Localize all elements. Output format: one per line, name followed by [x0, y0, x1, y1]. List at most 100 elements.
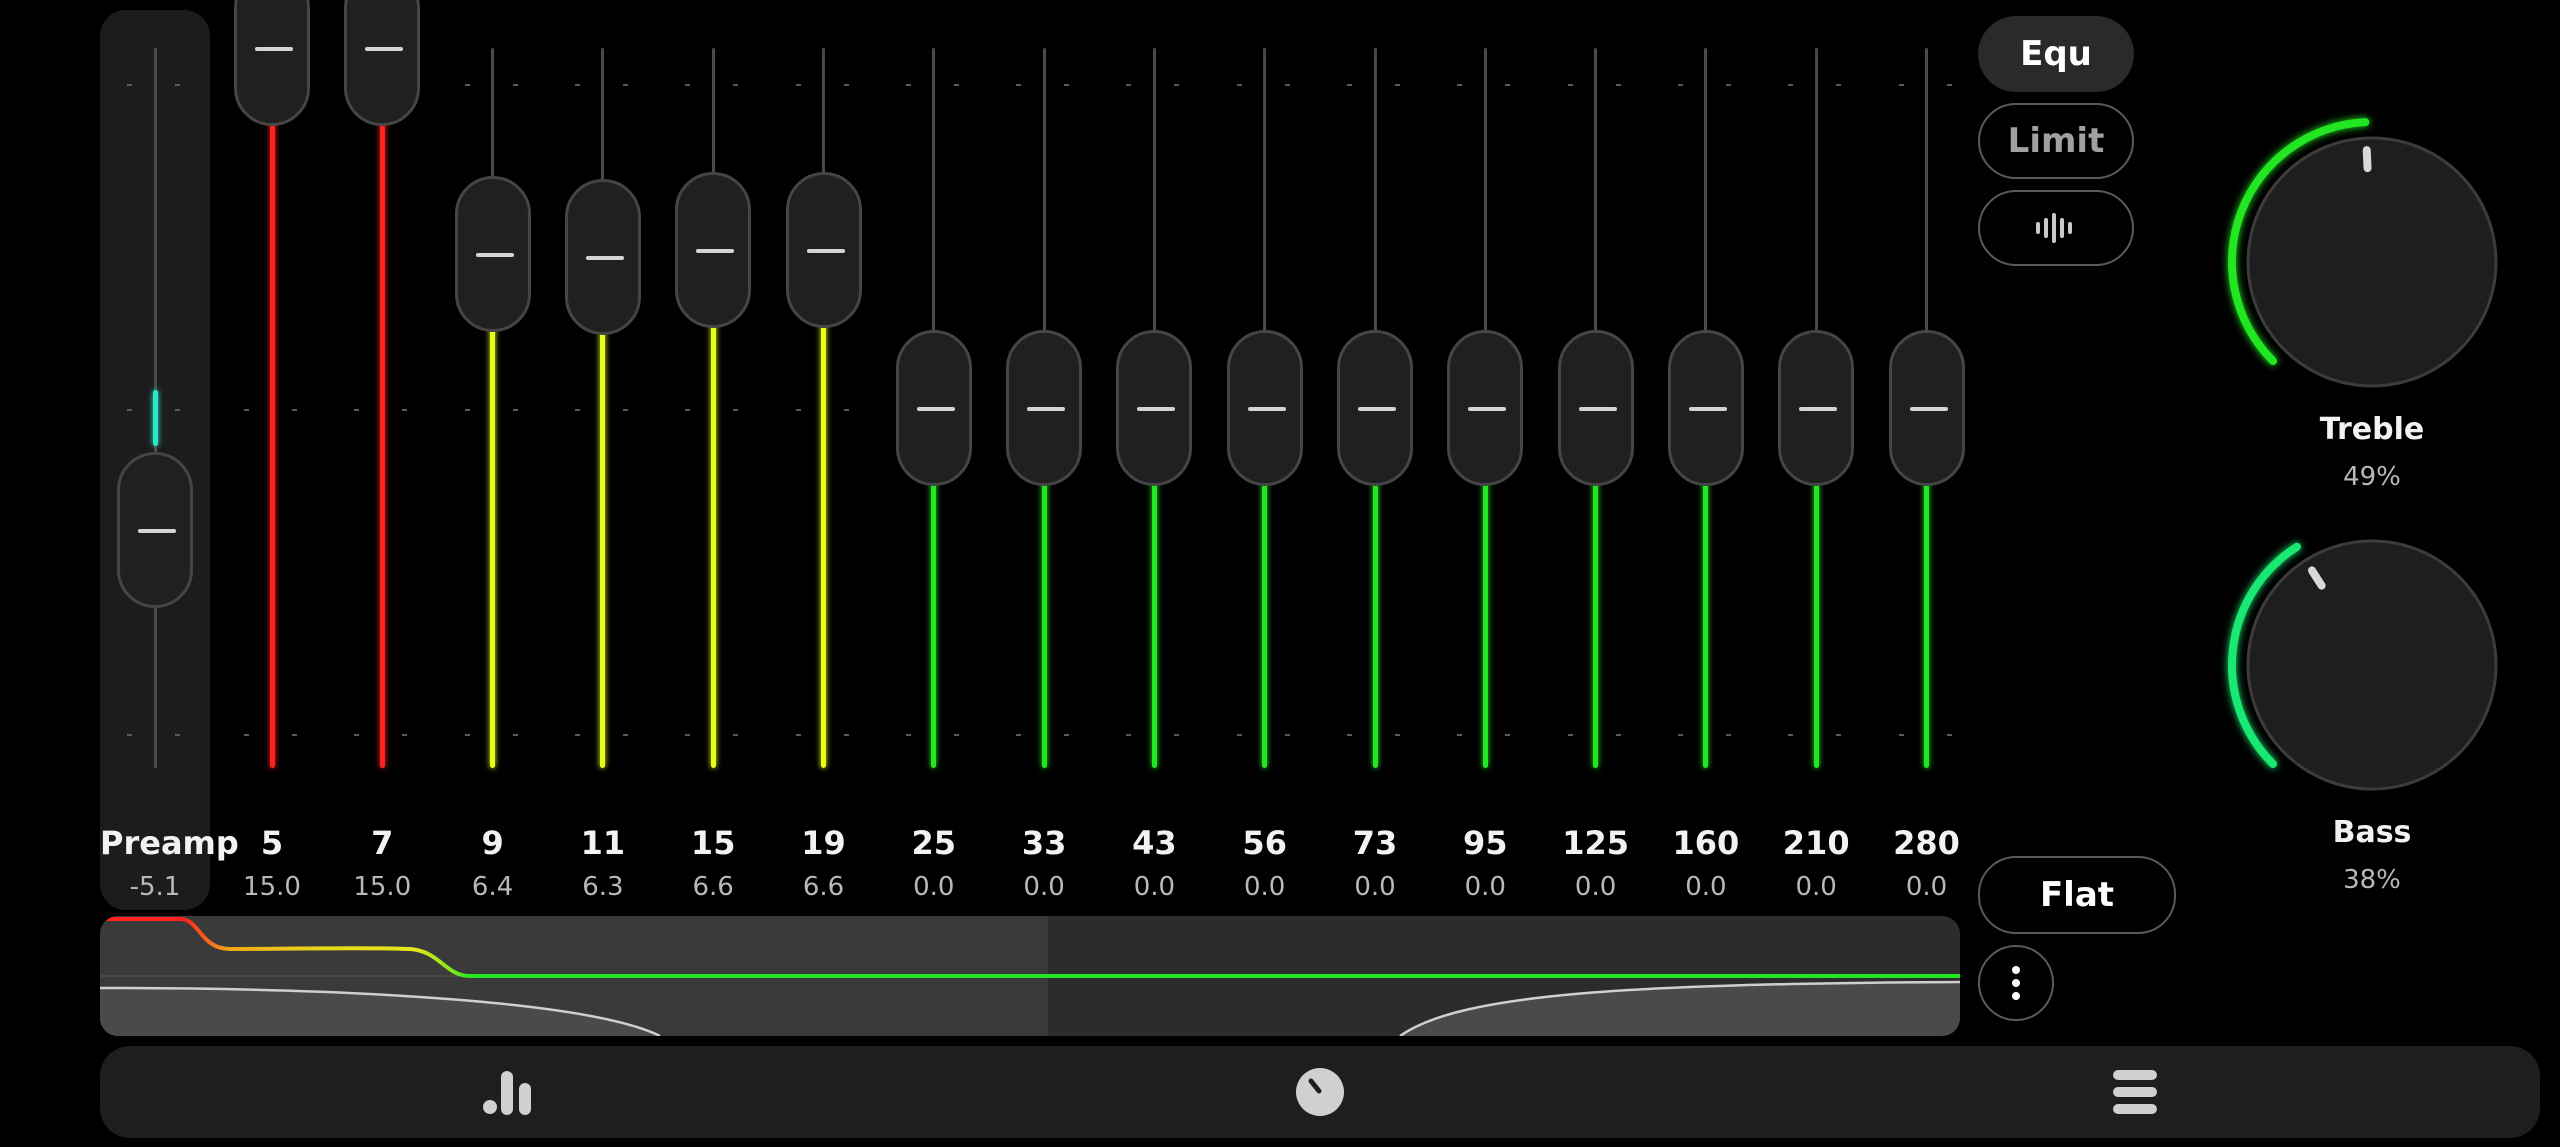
- band-210-scale-tick: [1836, 84, 1842, 86]
- band-15-scale-tick: [733, 734, 739, 736]
- band-9-scale-tick: [464, 409, 470, 411]
- band-280-slider-handle[interactable]: [1888, 330, 1965, 486]
- band-frequency-label: 5: [260, 824, 284, 862]
- band-frequency-label: 160: [1672, 824, 1740, 862]
- band-73-slider-handle[interactable]: [1337, 330, 1413, 486]
- band-56-scale-tick: [1236, 84, 1242, 86]
- band-7-scale-tick: [402, 409, 408, 411]
- high-cut-shape: [1400, 982, 1960, 1036]
- band-9-scale-tick: [512, 84, 518, 86]
- preamp-slider-handle[interactable]: [117, 452, 193, 609]
- band-33-handle-grip: [1027, 407, 1066, 411]
- band-56-slider-handle[interactable]: [1226, 330, 1303, 486]
- band-160-handle-grip: [1688, 407, 1727, 411]
- band-11-scale-tick: [574, 409, 580, 411]
- band-25-scale-tick: [905, 734, 911, 736]
- band-25-scale-tick: [953, 84, 959, 86]
- band-56-scale-tick: [1284, 84, 1290, 86]
- band-25-slider-handle[interactable]: [895, 330, 972, 486]
- preamp-value: -5.1: [129, 872, 181, 902]
- more-options-button[interactable]: [1978, 945, 2054, 1021]
- band-frequency-label: 56: [1242, 824, 1287, 862]
- preamp-scale-tick: [127, 409, 132, 411]
- band-56-handle-grip: [1247, 407, 1286, 411]
- band-280-scale-tick: [1898, 84, 1904, 86]
- band-160-slider-handle[interactable]: [1667, 330, 1744, 486]
- band-125-slider-handle[interactable]: [1557, 330, 1634, 486]
- band-73-scale-tick: [1347, 734, 1352, 736]
- band-15-handle-grip: [696, 248, 735, 253]
- band-11-slider-handle[interactable]: [564, 178, 641, 335]
- band-7-slider-handle[interactable]: [344, 0, 421, 126]
- band-160-scale-tick: [1725, 734, 1731, 736]
- treble-knob: [2246, 136, 2498, 388]
- treble-dial[interactable]: [2220, 110, 2560, 410]
- band-gain-value: 0.0: [1685, 872, 1727, 902]
- band-25-scale-tick: [953, 734, 959, 736]
- band-125-scale-tick: [1615, 84, 1621, 86]
- preamp-label: Preamp: [100, 824, 239, 862]
- band-19-slider-handle[interactable]: [785, 171, 862, 328]
- band-7-scale-tick: [402, 734, 408, 736]
- eq-curve-overview[interactable]: [100, 916, 1960, 1036]
- preamp-level-indicator: [152, 390, 158, 447]
- band-95-scale-tick: [1457, 734, 1463, 736]
- bass-dial[interactable]: [2220, 513, 2560, 813]
- band-15-scale-tick: [685, 409, 691, 411]
- nav-dial-button[interactable]: [1240, 1046, 1400, 1138]
- band-5-slider-handle[interactable]: [234, 0, 310, 126]
- equ-mode-label: Equ: [2020, 34, 2092, 74]
- band-frequency-label: 43: [1132, 824, 1177, 862]
- band-210-slider-handle[interactable]: [1778, 330, 1855, 486]
- band-43-slider-handle[interactable]: [1116, 330, 1193, 486]
- band-5-level-fill: [269, 48, 275, 768]
- band-56-scale-tick: [1236, 734, 1242, 736]
- band-gain-value: 0.0: [1574, 872, 1617, 902]
- band-9-scale-tick: [512, 409, 518, 411]
- band-7-handle-grip: [365, 47, 404, 51]
- band-19-scale-tick: [795, 734, 801, 736]
- band-15-slider-handle[interactable]: [675, 171, 752, 328]
- flat-button[interactable]: Flat: [1978, 856, 2176, 934]
- band-gain-value: 0.0: [1354, 872, 1396, 902]
- waveform-icon: [2036, 213, 2072, 243]
- menu-stack-icon: [2113, 1070, 2157, 1114]
- band-11-handle-grip: [585, 255, 624, 260]
- band-15-scale-tick: [733, 409, 739, 411]
- band-15-scale-tick: [685, 84, 691, 86]
- vertical-dots-icon: [2012, 966, 2020, 1000]
- equ-mode-button[interactable]: Equ: [1978, 16, 2134, 92]
- treble-label: Treble: [2319, 412, 2425, 447]
- equalizer-sliders: Preamp -5.1 5 15.0 7 15.0 9 6.4 11 6.3 15 6.6 19 6.6 2…: [0, 0, 1965, 910]
- band-33-scale-tick: [1016, 734, 1022, 736]
- band-frequency-label: 280: [1893, 824, 1960, 862]
- band-gain-value: 0.0: [1133, 872, 1176, 902]
- nav-menu-button[interactable]: [2055, 1046, 2215, 1138]
- band-15-scale-tick: [685, 734, 691, 736]
- band-7-scale-tick: [354, 409, 360, 411]
- band-73-handle-grip: [1358, 407, 1396, 411]
- limit-mode-button[interactable]: Limit: [1978, 103, 2134, 179]
- band-gain-value: 6.3: [582, 872, 624, 902]
- flat-label: Flat: [2039, 875, 2115, 915]
- preamp-scale-tick: [127, 84, 132, 86]
- preamp-scale-tick: [127, 734, 132, 736]
- visualizer-mode-button[interactable]: [1978, 190, 2134, 266]
- band-15-scale-tick: [733, 84, 739, 86]
- band-frequency-label: 15: [690, 824, 736, 862]
- band-gain-value: 0.0: [913, 872, 955, 902]
- band-125-handle-grip: [1578, 407, 1617, 411]
- preamp-scale-tick: [175, 84, 180, 86]
- band-gain-value: 0.0: [1464, 872, 1506, 902]
- band-gain-value: 0.0: [1905, 872, 1948, 902]
- nav-equalizer-button[interactable]: [429, 1046, 589, 1138]
- band-95-slider-handle[interactable]: [1447, 330, 1524, 486]
- band-33-slider-handle[interactable]: [1006, 330, 1083, 486]
- band-43-scale-tick: [1174, 84, 1180, 86]
- band-43-scale-tick: [1174, 734, 1180, 736]
- band-160-scale-tick: [1677, 734, 1683, 736]
- band-11-scale-tick: [622, 409, 628, 411]
- band-19-scale-tick: [795, 84, 801, 86]
- band-9-slider-handle[interactable]: [454, 176, 531, 333]
- band-280-handle-grip: [1909, 407, 1948, 411]
